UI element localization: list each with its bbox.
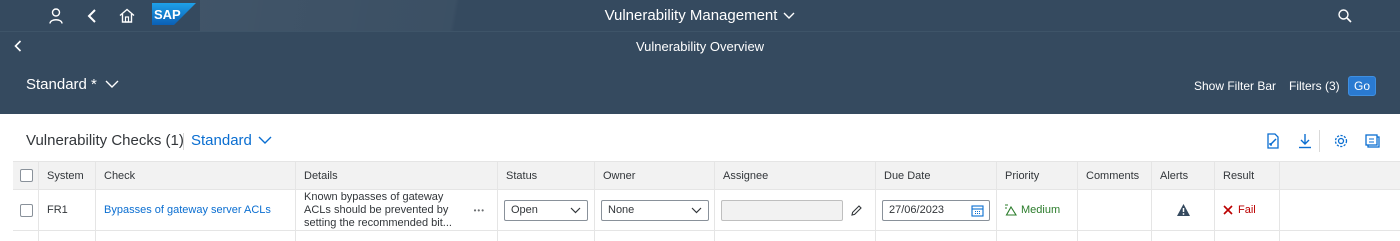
app-title-menu[interactable]: Vulnerability Management (605, 7, 796, 24)
app-title: Vulnerability Management (604, 7, 778, 24)
chevron-down-icon (691, 207, 702, 213)
table-row[interactable]: FR1 Bypasses of gateway server ACLs Know… (13, 190, 1400, 231)
filter-bar: Standard * Show Filter Bar Filters (3) G… (0, 59, 1400, 114)
assignee-cell (715, 190, 876, 230)
download-icon[interactable] (1295, 131, 1315, 151)
column-header-result[interactable]: Result (1215, 162, 1280, 189)
table-variant-selector[interactable]: Standard (191, 132, 272, 149)
column-header-check[interactable]: Check (96, 162, 296, 189)
row-select-cell (13, 190, 39, 230)
toolbar-separator (183, 133, 184, 150)
go-button[interactable]: Go (1348, 76, 1376, 96)
column-header-details[interactable]: Details (296, 162, 498, 189)
comments-cell (1078, 190, 1152, 230)
chevron-down-icon (105, 80, 119, 88)
home-icon[interactable] (113, 0, 141, 31)
page-title: Vulnerability Overview (635, 38, 765, 54)
priority-cell: Medium (997, 190, 1078, 230)
chevron-down-icon (258, 136, 272, 144)
priority-status: Medium (1004, 204, 1060, 216)
status-cell: Open (498, 190, 595, 230)
table-title: Vulnerability Checks (1) (26, 132, 184, 149)
check-cell: Bypasses of gateway server ACLs (96, 190, 296, 230)
settings-icon[interactable] (1331, 131, 1351, 151)
close-icon (1223, 205, 1233, 215)
alerts-cell (1152, 190, 1215, 230)
check-link[interactable]: Bypasses of gateway server ACLs (104, 204, 271, 216)
svg-text:SAP: SAP (154, 7, 181, 22)
search-icon[interactable] (1331, 0, 1359, 31)
alert-triangle-icon[interactable] (1176, 203, 1191, 217)
column-header-assignee[interactable]: Assignee (715, 162, 876, 189)
fullscreen-icon[interactable] (1363, 131, 1383, 151)
table-variant-label: Standard (191, 132, 252, 149)
result-status: Fail (1223, 204, 1256, 216)
due-date-picker[interactable]: 27/06/2023 (882, 199, 990, 221)
column-header-comments[interactable]: Comments (1078, 162, 1152, 189)
user-icon[interactable] (42, 0, 70, 31)
details-text: Known bypasses of gateway ACLs should be… (304, 190, 452, 229)
shell-bar: SAP Vulnerability Management (0, 0, 1400, 31)
due-date-cell: 27/06/2023 (876, 190, 997, 230)
table-header-row: System Check Details Status Owner Assign… (13, 162, 1400, 190)
system-cell: FR1 (39, 190, 96, 230)
toolbar-divider (1319, 130, 1320, 152)
back-icon[interactable] (78, 0, 106, 31)
filters-button[interactable]: Filters (3) (1289, 79, 1340, 93)
chevron-down-icon (783, 12, 795, 19)
page-header: Vulnerability Overview (0, 31, 1400, 59)
column-filler (1280, 162, 1400, 189)
export-edit-icon[interactable] (1263, 131, 1283, 151)
assignee-field[interactable] (721, 199, 843, 221)
warning-outline-icon (1005, 204, 1017, 216)
details-cell: Known bypasses of gateway ACLs should be… (296, 190, 498, 230)
vulnerability-table: System Check Details Status Owner Assign… (13, 161, 1400, 241)
column-header-due-date[interactable]: Due Date (876, 162, 997, 189)
variant-selector[interactable]: Standard * (26, 76, 119, 93)
column-header-system[interactable]: System (39, 162, 96, 189)
show-filter-bar-button[interactable]: Show Filter Bar (1194, 79, 1276, 93)
owner-cell: None (595, 190, 715, 230)
row-filler (1280, 190, 1400, 230)
row-checkbox[interactable] (20, 203, 33, 217)
more-options-icon[interactable]: ••• (474, 206, 485, 215)
column-header-status[interactable]: Status (498, 162, 595, 189)
select-all-checkbox[interactable] (20, 169, 33, 182)
status-select[interactable]: Open (504, 199, 588, 221)
chevron-down-icon (570, 207, 581, 213)
owner-select[interactable]: None (601, 199, 709, 221)
select-all-cell (13, 162, 39, 189)
calendar-icon[interactable] (971, 204, 984, 217)
variant-label: Standard * (26, 76, 97, 93)
column-header-priority[interactable]: Priority (997, 162, 1078, 189)
sap-logo[interactable]: SAP (152, 3, 196, 25)
shell-decoration (200, 0, 620, 31)
edit-pencil-icon[interactable] (850, 204, 863, 217)
result-cell: Fail (1215, 190, 1280, 230)
column-header-alerts[interactable]: Alerts (1152, 162, 1215, 189)
column-header-owner[interactable]: Owner (595, 162, 715, 189)
